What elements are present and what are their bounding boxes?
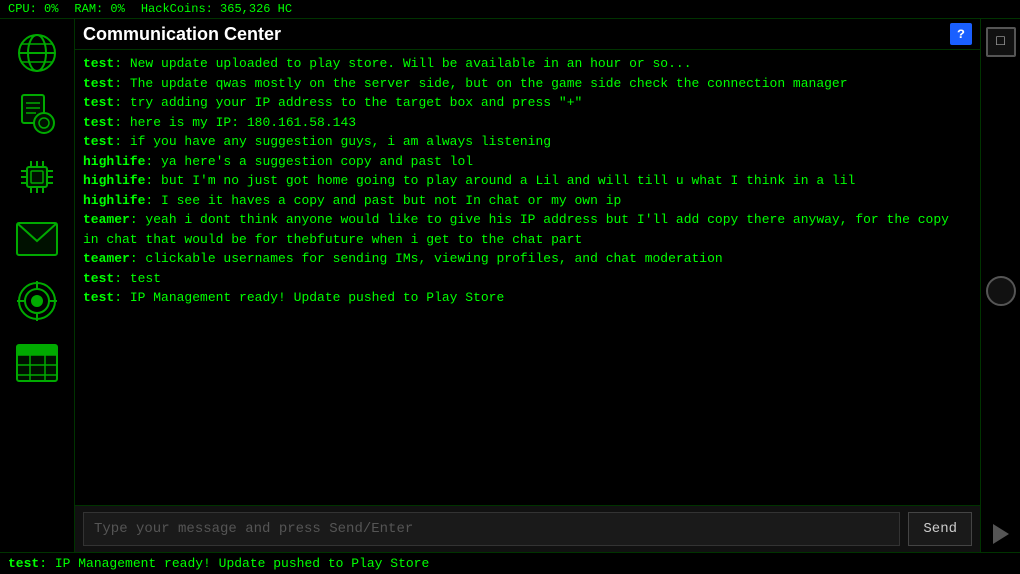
chat-area[interactable]: test: New update uploaded to play store.… <box>75 50 980 505</box>
hackcoins-status: HackCoins: 365,326 HC <box>141 2 292 16</box>
chat-text: : New update uploaded to play store. Wil… <box>114 56 691 71</box>
sidebar-target[interactable] <box>7 271 67 331</box>
chat-username[interactable]: teamer <box>83 251 130 266</box>
chat-message: test: if you have any suggestion guys, i… <box>83 132 972 152</box>
chat-username[interactable]: test <box>83 134 114 149</box>
chat-message: highlife: I see it haves a copy and past… <box>83 191 972 211</box>
input-area: Send <box>75 505 980 552</box>
chat-message: highlife: ya here's a suggestion copy an… <box>83 152 972 172</box>
chat-message: test: New update uploaded to play store.… <box>83 54 972 74</box>
square-button[interactable]: □ <box>986 27 1016 57</box>
chat-text: : The update qwas mostly on the server s… <box>114 76 847 91</box>
bottom-user: test <box>8 556 39 571</box>
right-panel: □ <box>980 19 1020 552</box>
main-layout: Communication Center ? test: New update … <box>0 19 1020 552</box>
document-icon <box>18 93 56 137</box>
chat-text: : I see it haves a copy and past but not… <box>145 193 621 208</box>
cpu-status: CPU: 0% <box>8 2 58 16</box>
chat-text: : if you have any suggestion guys, i am … <box>114 134 551 149</box>
chat-username[interactable]: test <box>83 271 114 286</box>
chat-message: test: try adding your IP address to the … <box>83 93 972 113</box>
chat-username[interactable]: highlife <box>83 193 145 208</box>
target-icon <box>15 279 59 323</box>
sidebar <box>0 19 75 552</box>
globe-icon <box>15 31 59 75</box>
chat-message: test: The update qwas mostly on the serv… <box>83 74 972 94</box>
sidebar-table[interactable] <box>7 333 67 393</box>
chat-username[interactable]: teamer <box>83 212 130 227</box>
chat-username[interactable]: test <box>83 56 114 71</box>
chat-message: test: here is my IP: 180.161.58.143 <box>83 113 972 133</box>
window-title: Communication Center <box>83 24 281 45</box>
chat-text: : test <box>114 271 161 286</box>
sidebar-email[interactable] <box>7 209 67 269</box>
chat-username[interactable]: highlife <box>83 173 145 188</box>
bottom-status-bar: test: IP Management ready! Update pushed… <box>0 552 1020 574</box>
chat-message: test: IP Management ready! Update pushed… <box>83 288 972 308</box>
sidebar-chip[interactable] <box>7 147 67 207</box>
chat-message: teamer: yeah i dont think anyone would l… <box>83 210 972 249</box>
circle-button[interactable] <box>986 276 1016 306</box>
email-icon <box>15 221 59 257</box>
chat-username[interactable]: test <box>83 290 114 305</box>
chat-username[interactable]: test <box>83 115 114 130</box>
chat-text: : clickable usernames for sending IMs, v… <box>130 251 723 266</box>
send-button[interactable]: Send <box>908 512 972 546</box>
chat-message: test: test <box>83 269 972 289</box>
center-panel: Communication Center ? test: New update … <box>75 19 980 552</box>
title-bar: Communication Center ? <box>75 19 980 50</box>
status-bar: CPU: 0% RAM: 0% HackCoins: 365,326 HC <box>0 0 1020 19</box>
chat-message: highlife: but I'm no just got home going… <box>83 171 972 191</box>
table-icon <box>15 343 59 383</box>
triangle-button[interactable] <box>993 524 1009 544</box>
chat-text: : ya here's a suggestion copy and past l… <box>145 154 473 169</box>
bottom-message: : IP Management ready! Update pushed to … <box>39 556 429 571</box>
chat-username[interactable]: test <box>83 95 114 110</box>
chat-username[interactable]: test <box>83 76 114 91</box>
chat-text: : here is my IP: 180.161.58.143 <box>114 115 356 130</box>
help-button[interactable]: ? <box>950 23 972 45</box>
sidebar-globe[interactable] <box>7 23 67 83</box>
sidebar-document[interactable] <box>7 85 67 145</box>
message-input[interactable] <box>83 512 900 546</box>
chip-icon <box>15 155 59 199</box>
chat-text: : try adding your IP address to the targ… <box>114 95 582 110</box>
chat-message: teamer: clickable usernames for sending … <box>83 249 972 269</box>
chat-text: : but I'm no just got home going to play… <box>145 173 855 188</box>
chat-text: : IP Management ready! Update pushed to … <box>114 290 504 305</box>
chat-username[interactable]: highlife <box>83 154 145 169</box>
chat-text: : yeah i dont think anyone would like to… <box>83 212 957 247</box>
ram-status: RAM: 0% <box>74 2 124 16</box>
